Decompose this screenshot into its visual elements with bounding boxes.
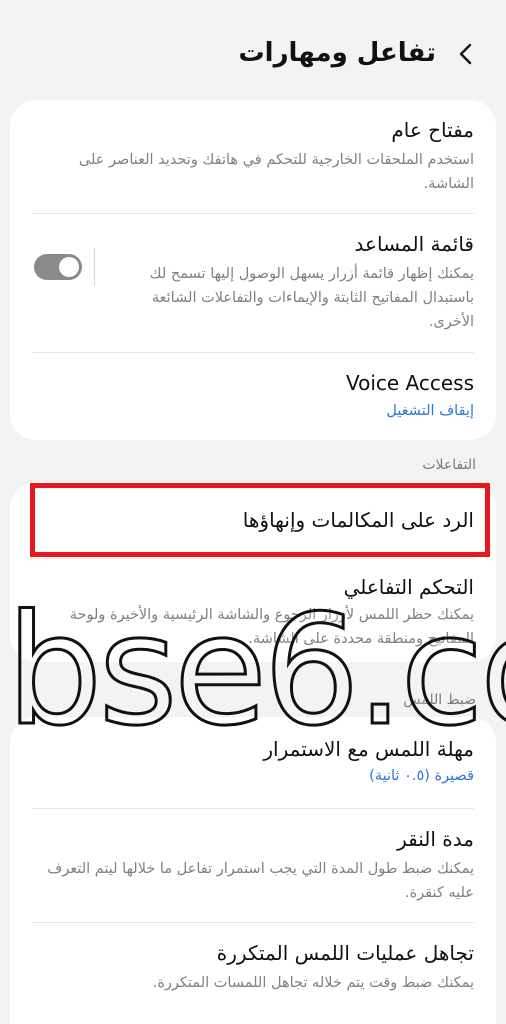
item-description: استخدم الملحقات الخارجية للتحكم في هاتفك… <box>78 152 474 192</box>
chevron-left-icon <box>459 43 472 65</box>
item-title: قائمة المساعد <box>354 232 474 256</box>
toggle-separator <box>94 248 95 286</box>
item-description: يمكنك ضبط وقت يتم خلاله تجاهل اللمسات ال… <box>152 975 474 991</box>
toggle-knob <box>59 257 79 277</box>
section-label-interactions: التفاعلات <box>422 457 476 473</box>
list-item-universal-switch[interactable]: مفتاح عام استخدم الملحقات الخارجية للتحك… <box>10 100 496 213</box>
item-title: مفتاح عام <box>391 118 474 142</box>
top-settings-card: مفتاح عام استخدم الملحقات الخارجية للتحك… <box>10 100 496 440</box>
item-title: تجاهل عمليات اللمس المتكررة <box>216 941 474 965</box>
item-status: إيقاف التشغيل <box>386 403 474 419</box>
item-title: Voice Access <box>345 371 474 395</box>
app-header: تفاعل ومهارات <box>0 0 506 98</box>
watermark-text: bse6.com <box>5 582 506 759</box>
item-status: قصيرة (٠.٥ ثانية) <box>369 768 474 784</box>
list-item-assistant-menu[interactable]: قائمة المساعد يمكنك إظهار قائمة أزرار يس… <box>10 214 496 352</box>
page-title: تفاعل ومهارات <box>238 38 436 68</box>
list-item-voice-access[interactable]: Voice Access إيقاف التشغيل <box>10 353 496 440</box>
touch-settings-card: مهلة اللمس مع الاستمرار قصيرة (٠.٥ ثانية… <box>10 717 496 1024</box>
highlight-frame <box>30 483 490 557</box>
item-description: يمكنك ضبط طول المدة التي يجب استمرار تفا… <box>47 861 474 901</box>
list-item-ignore-repeated-touches[interactable]: تجاهل عمليات اللمس المتكررة يمكنك ضبط وق… <box>10 923 496 1024</box>
item-description: يمكنك إظهار قائمة أزرار يسهل الوصول إليه… <box>149 266 474 330</box>
item-title: مدة النقر <box>397 827 474 851</box>
assistant-menu-toggle[interactable] <box>34 254 82 280</box>
list-item-tap-duration[interactable]: مدة النقر يمكنك ضبط طول المدة التي يجب ا… <box>10 809 496 921</box>
back-button[interactable] <box>452 40 480 68</box>
